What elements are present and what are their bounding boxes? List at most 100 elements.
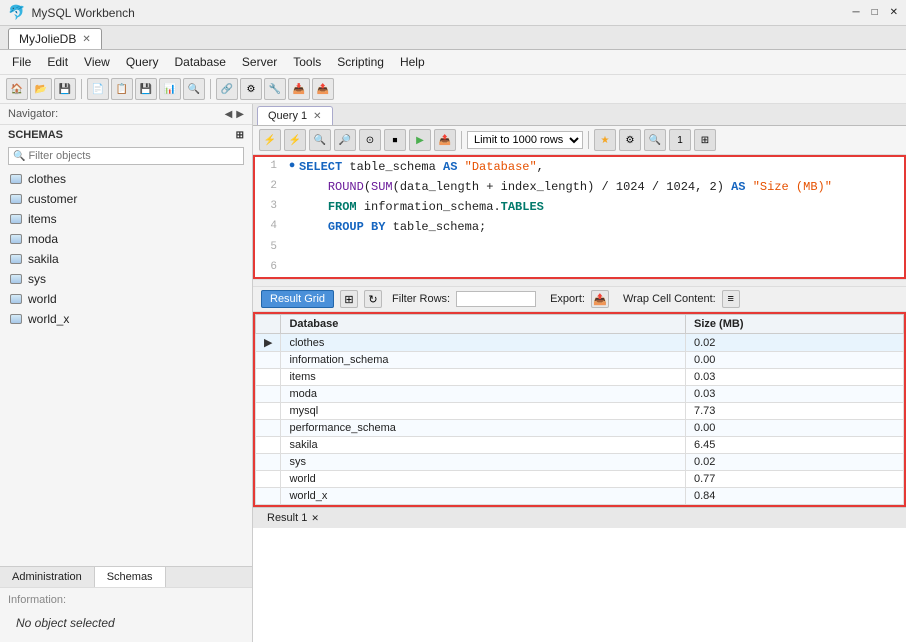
schema-item-items[interactable]: items (0, 209, 252, 229)
toolbar-open-query[interactable]: 📋 (111, 78, 133, 100)
db-tab[interactable]: MyJolieDB ✕ (8, 28, 102, 49)
result-bottom-tab-label: Result 1 (267, 512, 307, 524)
cell-database: sakila (281, 437, 686, 454)
qt-search[interactable]: 🔍 (309, 129, 331, 151)
cell-size: 6.45 (685, 437, 903, 454)
toolbar-connect[interactable]: 🔗 (216, 78, 238, 100)
menu-query[interactable]: Query (118, 52, 167, 72)
schema-item-worldx[interactable]: world_x (0, 309, 252, 329)
navigator-icons: ◀ ▶ (225, 109, 244, 120)
menu-help[interactable]: Help (392, 52, 433, 72)
qt-num[interactable]: 1 (669, 129, 691, 151)
cell-size: 7.73 (685, 403, 903, 420)
toolbar-btn4[interactable]: 📊 (159, 78, 181, 100)
menu-server[interactable]: Server (234, 52, 285, 72)
table-row[interactable]: sys0.02 (256, 454, 904, 471)
administration-tab[interactable]: Administration (0, 567, 95, 587)
table-row[interactable]: world_x0.84 (256, 488, 904, 505)
toolbar-import[interactable]: 📥 (288, 78, 310, 100)
filter-rows-input[interactable] (456, 291, 536, 307)
result-grid-tab[interactable]: Result Grid (261, 290, 334, 308)
query-tab-1[interactable]: Query 1 ✕ (257, 106, 333, 125)
nav-icon1[interactable]: ◀ (225, 109, 233, 120)
qt-sep1 (461, 131, 462, 149)
toolbar-export[interactable]: 📤 (312, 78, 334, 100)
menu-file[interactable]: File (4, 52, 39, 72)
line-num-5: 5 (255, 239, 285, 256)
col-size[interactable]: Size (MB) (685, 315, 903, 334)
qt-zoom[interactable]: 🔍 (644, 129, 666, 151)
toolbar-new-query[interactable]: 📄 (87, 78, 109, 100)
qt-star[interactable]: ★ (594, 129, 616, 151)
toolbar-inspect[interactable]: 🔧 (264, 78, 286, 100)
export-label: Export: (550, 293, 585, 305)
qt-play[interactable]: ▶ (409, 129, 431, 151)
result-bottom-tab[interactable]: Result 1 ✕ (257, 510, 329, 526)
qt-grid[interactable]: ⊞ (694, 129, 716, 151)
maximize-btn[interactable]: □ (872, 7, 878, 18)
menu-view[interactable]: View (76, 52, 118, 72)
h-scrollbar[interactable] (253, 279, 906, 287)
toolbar-btn5[interactable]: 🔍 (183, 78, 205, 100)
schema-name-clothes: clothes (28, 172, 66, 186)
menu-edit[interactable]: Edit (39, 52, 76, 72)
toolbar-disconnect[interactable]: ⚙ (240, 78, 262, 100)
toolbar-save-query[interactable]: 💾 (135, 78, 157, 100)
schemas-header: SCHEMAS ⊞ (0, 125, 252, 143)
table-row[interactable]: performance_schema0.00 (256, 420, 904, 437)
schema-item-clothes[interactable]: clothes (0, 169, 252, 189)
schema-item-moda[interactable]: moda (0, 229, 252, 249)
sql-editor[interactable]: 1 ● SELECT table_schema AS "Database", 2… (253, 155, 906, 279)
schemas-expand-icon[interactable]: ⊞ (236, 130, 244, 141)
export-btn[interactable]: 📤 (591, 290, 609, 308)
line-content-1: SELECT table_schema AS "Database", (299, 158, 904, 176)
result-icon-btn1[interactable]: ⊞ (340, 290, 358, 308)
result-bottom-tab-close[interactable]: ✕ (311, 513, 319, 524)
table-row[interactable]: information_schema0.00 (256, 352, 904, 369)
qt-lightning[interactable]: ⚡ (259, 129, 281, 151)
menu-database[interactable]: Database (167, 52, 234, 72)
table-row[interactable]: sakila6.45 (256, 437, 904, 454)
menu-tools[interactable]: Tools (285, 52, 329, 72)
schema-item-sys[interactable]: sys (0, 269, 252, 289)
wrap-label: Wrap Cell Content: (623, 293, 716, 305)
table-row[interactable]: ▶clothes0.02 (256, 334, 904, 352)
col-database[interactable]: Database (281, 315, 686, 334)
qt-bolt[interactable]: ⚙ (619, 129, 641, 151)
result-icon-btn2[interactable]: ↻ (364, 290, 382, 308)
cell-database: information_schema (281, 352, 686, 369)
toolbar-save[interactable]: 💾 (54, 78, 76, 100)
wrap-btn[interactable]: ≡ (722, 290, 740, 308)
toolbar-home[interactable]: 🏠 (6, 78, 28, 100)
schemas-tab[interactable]: Schemas (95, 567, 166, 587)
schema-item-world[interactable]: world (0, 289, 252, 309)
table-row[interactable]: world0.77 (256, 471, 904, 488)
qt-export[interactable]: 📤 (434, 129, 456, 151)
row-arrow (256, 386, 281, 403)
line-num-6: 6 (255, 259, 285, 276)
schema-item-customer[interactable]: customer (0, 189, 252, 209)
table-row[interactable]: items0.03 (256, 369, 904, 386)
nav-icon2[interactable]: ▶ (236, 109, 244, 120)
sql-line-3: 3 FROM information_schema.TABLES (255, 197, 904, 217)
db-tab-label: MyJolieDB (19, 32, 76, 46)
query-tab-label: Query 1 (268, 110, 307, 122)
data-grid[interactable]: Database Size (MB) ▶clothes0.02informati… (255, 314, 904, 505)
schema-filter-box[interactable]: 🔍 (8, 147, 244, 165)
schema-filter-input[interactable] (28, 150, 239, 162)
sql-line-5: 5 (255, 237, 904, 257)
qt-stop[interactable]: ⏹ (384, 129, 406, 151)
qt-circle[interactable]: ⊙ (359, 129, 381, 151)
limit-select[interactable]: Limit to 1000 rows Limit to 200 rows Don… (467, 131, 583, 149)
toolbar-open[interactable]: 📂 (30, 78, 52, 100)
schema-item-sakila[interactable]: sakila (0, 249, 252, 269)
menu-scripting[interactable]: Scripting (329, 52, 392, 72)
minimize-btn[interactable]: ─ (852, 7, 859, 18)
table-row[interactable]: moda0.03 (256, 386, 904, 403)
close-btn[interactable]: ✕ (890, 7, 898, 18)
db-tab-close[interactable]: ✕ (82, 34, 90, 45)
table-row[interactable]: mysql7.73 (256, 403, 904, 420)
qt-search2[interactable]: 🔎 (334, 129, 356, 151)
qt-lightning2[interactable]: ⚡ (284, 129, 306, 151)
query-tab-close[interactable]: ✕ (313, 111, 321, 122)
